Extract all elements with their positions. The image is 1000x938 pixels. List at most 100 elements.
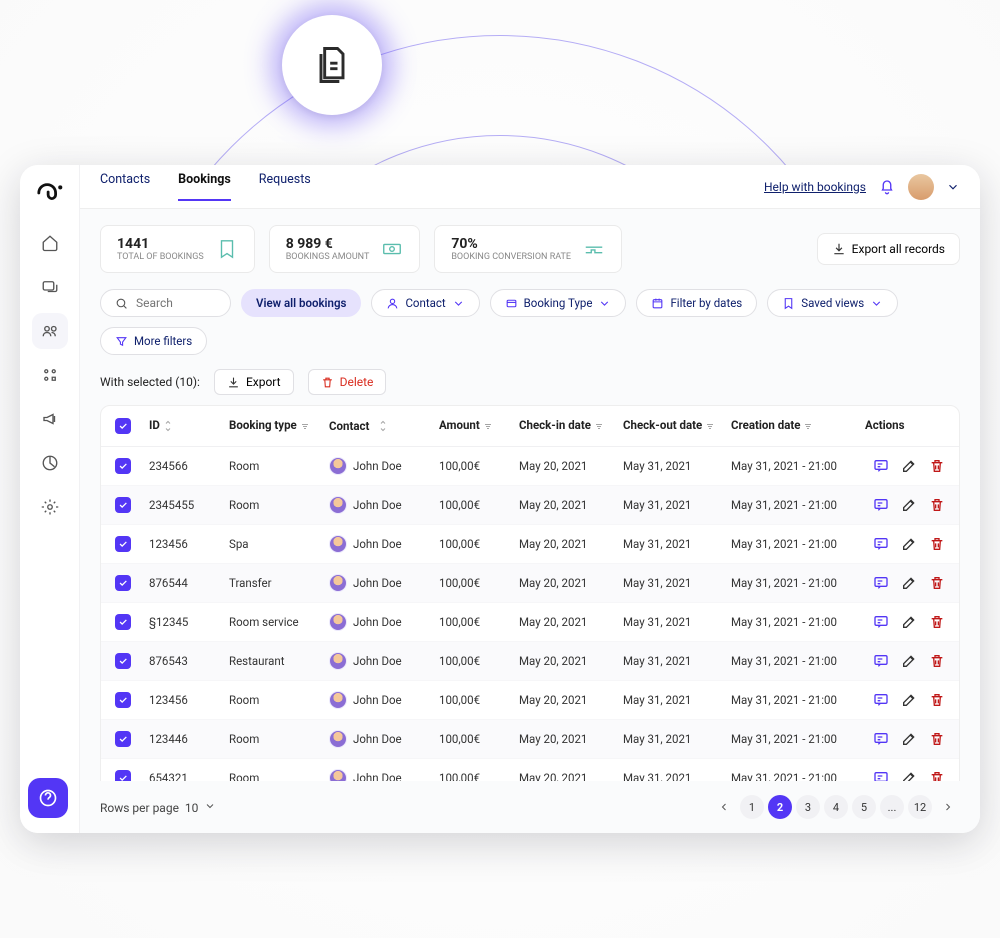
- row-checkbox[interactable]: [115, 614, 131, 630]
- table-row[interactable]: 2345455RoomJohn Doe100,00€May 20, 2021Ma…: [101, 486, 959, 525]
- page-3[interactable]: 3: [796, 795, 820, 819]
- edit-icon[interactable]: [901, 458, 917, 474]
- edit-icon[interactable]: [901, 497, 917, 513]
- tab-bookings[interactable]: Bookings: [178, 172, 231, 201]
- select-all-checkbox[interactable]: [115, 418, 131, 434]
- comment-icon[interactable]: [873, 458, 889, 474]
- row-checkbox[interactable]: [115, 770, 131, 781]
- page-2[interactable]: 2: [768, 795, 792, 819]
- table-row[interactable]: 876544TransferJohn Doe100,00€May 20, 202…: [101, 564, 959, 603]
- sidebar-campaigns[interactable]: [32, 401, 68, 437]
- filter-saved-views[interactable]: Saved views: [767, 289, 898, 317]
- contact-avatar: [329, 574, 347, 592]
- chevron-down-icon: [452, 297, 465, 310]
- col-checkout[interactable]: Check-out date: [623, 418, 731, 434]
- pagination: Rows per page 10 12345...12: [80, 781, 980, 833]
- comment-icon[interactable]: [873, 614, 889, 630]
- help-fab[interactable]: [28, 778, 68, 818]
- sidebar-messages[interactable]: [32, 269, 68, 305]
- edit-icon[interactable]: [901, 575, 917, 591]
- trash-icon[interactable]: [929, 770, 945, 781]
- page-next[interactable]: [936, 795, 960, 819]
- contact-avatar: [329, 691, 347, 709]
- row-checkbox[interactable]: [115, 497, 131, 513]
- user-avatar[interactable]: [908, 174, 934, 200]
- page-1[interactable]: 1: [740, 795, 764, 819]
- comment-icon[interactable]: [873, 575, 889, 591]
- col-amount[interactable]: Amount: [439, 418, 519, 434]
- row-checkbox[interactable]: [115, 692, 131, 708]
- comment-icon[interactable]: [873, 692, 889, 708]
- sidebar-analytics[interactable]: [32, 445, 68, 481]
- page-4[interactable]: 4: [824, 795, 848, 819]
- contact-avatar: [329, 613, 347, 631]
- export-selected-button[interactable]: Export: [214, 369, 294, 395]
- chevron-down-icon[interactable]: [946, 180, 960, 194]
- table-row[interactable]: 234566RoomJohn Doe100,00€May 20, 2021May…: [101, 447, 959, 486]
- trash-icon[interactable]: [929, 536, 945, 552]
- page-12[interactable]: 12: [908, 795, 932, 819]
- sidebar-apps[interactable]: [32, 357, 68, 393]
- table-row[interactable]: 654321RoomJohn Doe100,00€May 20, 2021May…: [101, 759, 959, 781]
- filter-view-all[interactable]: View all bookings: [241, 289, 361, 317]
- col-created[interactable]: Creation date: [731, 418, 865, 434]
- comment-icon[interactable]: [873, 536, 889, 552]
- row-checkbox[interactable]: [115, 731, 131, 747]
- table-row[interactable]: 123456SpaJohn Doe100,00€May 20, 2021May …: [101, 525, 959, 564]
- bell-icon[interactable]: [878, 178, 896, 196]
- comment-icon[interactable]: [873, 497, 889, 513]
- search-icon: [115, 297, 128, 310]
- page-...[interactable]: ...: [880, 795, 904, 819]
- chevron-down-icon: [870, 297, 883, 310]
- delete-selected-button[interactable]: Delete: [308, 369, 387, 395]
- export-all-button[interactable]: Export all records: [817, 233, 960, 265]
- trash-icon[interactable]: [929, 614, 945, 630]
- trash-icon[interactable]: [929, 497, 945, 513]
- edit-icon[interactable]: [901, 536, 917, 552]
- sidebar-home[interactable]: [32, 225, 68, 261]
- help-link[interactable]: Help with bookings: [764, 180, 866, 194]
- filter-dates[interactable]: Filter by dates: [636, 289, 757, 317]
- row-checkbox[interactable]: [115, 653, 131, 669]
- row-checkbox[interactable]: [115, 458, 131, 474]
- table-row[interactable]: 123446RoomJohn Doe100,00€May 20, 2021May…: [101, 720, 959, 759]
- edit-icon[interactable]: [901, 692, 917, 708]
- comment-icon[interactable]: [873, 731, 889, 747]
- col-id[interactable]: ID: [149, 418, 229, 434]
- trash-icon[interactable]: [929, 458, 945, 474]
- row-checkbox[interactable]: [115, 536, 131, 552]
- col-checkin[interactable]: Check-in date: [519, 418, 623, 434]
- sidebar-settings[interactable]: [32, 489, 68, 525]
- trash-icon: [321, 376, 334, 389]
- page-prev[interactable]: [712, 795, 736, 819]
- main-tabs: Contacts Bookings Requests: [100, 172, 311, 201]
- trash-icon[interactable]: [929, 575, 945, 591]
- trash-icon[interactable]: [929, 653, 945, 669]
- comment-icon[interactable]: [873, 653, 889, 669]
- trash-icon[interactable]: [929, 692, 945, 708]
- comment-icon[interactable]: [873, 770, 889, 781]
- col-contact[interactable]: Contact: [329, 418, 439, 434]
- col-type[interactable]: Booking type: [229, 418, 329, 434]
- sidebar-contacts[interactable]: [32, 313, 68, 349]
- table-row[interactable]: §12345Room serviceJohn Doe100,00€May 20,…: [101, 603, 959, 642]
- filter-booking-type[interactable]: Booking Type: [490, 289, 627, 317]
- page-5[interactable]: 5: [852, 795, 876, 819]
- edit-icon[interactable]: [901, 731, 917, 747]
- edit-icon[interactable]: [901, 653, 917, 669]
- edit-icon[interactable]: [901, 770, 917, 781]
- bookings-table: ID Booking type Contact Amount Check-in …: [100, 405, 960, 781]
- filter-contact[interactable]: Contact: [371, 289, 479, 317]
- trash-icon[interactable]: [929, 731, 945, 747]
- filter-more[interactable]: More filters: [100, 327, 207, 355]
- tab-requests[interactable]: Requests: [259, 172, 311, 201]
- tab-contacts[interactable]: Contacts: [100, 172, 150, 201]
- search-input[interactable]: [100, 289, 231, 317]
- row-checkbox[interactable]: [115, 575, 131, 591]
- col-actions: Actions: [865, 418, 945, 434]
- edit-icon[interactable]: [901, 614, 917, 630]
- sort-icon: [802, 420, 814, 432]
- table-row[interactable]: 876543RestaurantJohn Doe100,00€May 20, 2…: [101, 642, 959, 681]
- rows-per-page[interactable]: Rows per page 10: [100, 800, 216, 815]
- table-row[interactable]: 123456RoomJohn Doe100,00€May 20, 2021May…: [101, 681, 959, 720]
